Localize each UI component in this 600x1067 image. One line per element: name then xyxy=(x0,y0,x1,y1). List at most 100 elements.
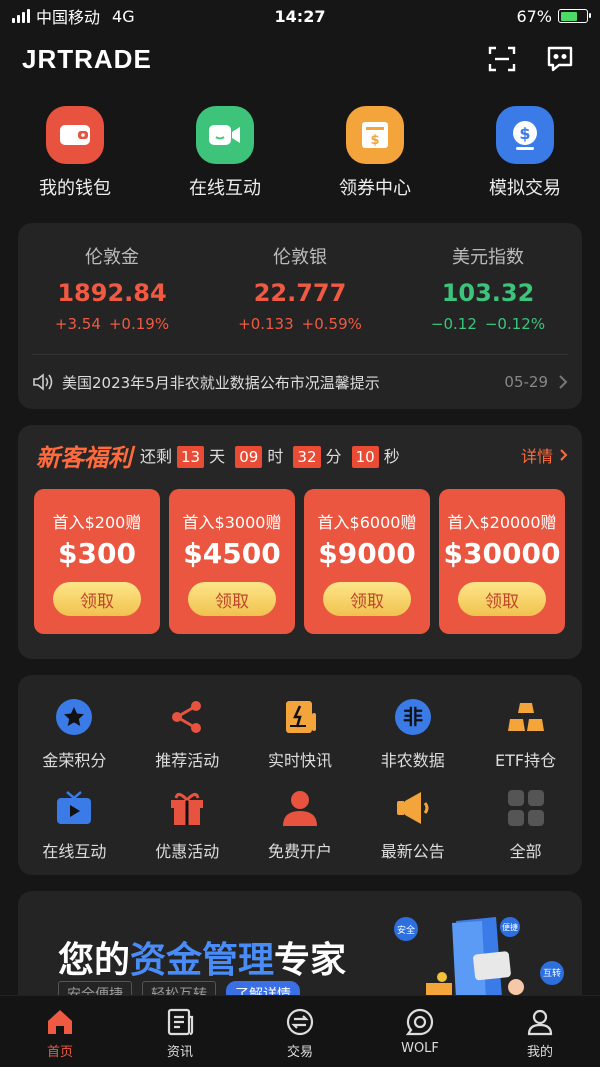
share-icon xyxy=(165,695,209,739)
chevron-right-icon xyxy=(560,449,568,461)
megaphone-icon xyxy=(391,786,435,830)
countdown-unit: 天 xyxy=(209,446,226,466)
coupon-amount: $4500 xyxy=(183,537,281,570)
coupon-card: 首入$6000赠 $9000 领取 xyxy=(304,489,430,634)
coupon-card: 首入$200赠 $300 领取 xyxy=(34,489,160,634)
coupon-condition: 首入$6000赠 xyxy=(317,513,417,532)
coupon-amount: $9000 xyxy=(318,537,416,570)
service-promotions[interactable]: 优惠活动 xyxy=(131,786,244,877)
service-points[interactable]: 金荣积分 xyxy=(18,695,131,786)
network-type: 4G xyxy=(112,6,135,26)
battery-percent: 67% xyxy=(516,6,552,26)
battery-icon xyxy=(558,9,591,23)
tab-news[interactable]: 资讯 xyxy=(120,996,240,1067)
countdown-unit: 秒 xyxy=(383,446,400,466)
scan-button[interactable] xyxy=(484,41,520,77)
market-quote-gold[interactable]: 伦敦金 1892.84 +3.54 +0.19% xyxy=(18,243,206,333)
service-announcements[interactable]: 最新公告 xyxy=(356,786,469,877)
quote-percent: +0.59% xyxy=(301,315,362,333)
tab-home[interactable]: 首页 xyxy=(0,996,120,1067)
service-label: 最新公告 xyxy=(380,842,445,861)
svg-text:$: $ xyxy=(370,133,379,148)
tab-profile[interactable]: 我的 xyxy=(480,996,600,1067)
app-header: JRTRADE xyxy=(0,36,600,82)
wallet-icon xyxy=(46,106,104,164)
market-card: 伦敦金 1892.84 +3.54 +0.19% 伦敦银 22.777 +0.13… xyxy=(18,223,582,409)
banner-title-highlight: 资金管理 xyxy=(130,940,275,981)
service-label: 免费开户 xyxy=(267,842,332,861)
flash-news-icon xyxy=(278,695,322,739)
countdown-timer: 13 天 09 时 32 分 10 秒 xyxy=(172,443,400,468)
service-nonfarm[interactable]: 非 非农数据 xyxy=(356,695,469,786)
services-grid: 金荣积分 推荐活动 实时快讯 非 非农数据 ETF持仓 在线互动 优惠活动 免费… xyxy=(18,675,582,875)
countdown-unit: 时 xyxy=(267,446,284,466)
service-flash-news[interactable]: 实时快讯 xyxy=(244,695,357,786)
banner-title-prefix: 您的 xyxy=(58,940,131,981)
badge-safe: 安全 xyxy=(397,924,415,936)
service-label: 实时快讯 xyxy=(267,751,332,770)
quick-action-demo-trade[interactable]: $ 模拟交易 xyxy=(450,106,600,206)
quote-change: +0.133 xyxy=(238,315,294,333)
quick-action-label: 在线互动 xyxy=(189,178,261,199)
market-quote-silver[interactable]: 伦敦银 22.777 +0.133 +0.59% xyxy=(206,243,394,333)
quote-price: 103.32 xyxy=(441,279,535,307)
service-etf[interactable]: ETF持仓 xyxy=(469,695,582,786)
service-referral[interactable]: 推荐活动 xyxy=(131,695,244,786)
tab-label: 交易 xyxy=(286,1045,313,1060)
banner-title-suffix: 专家 xyxy=(274,940,347,981)
svg-text:$: $ xyxy=(519,124,530,143)
quote-name: 伦敦银 xyxy=(273,247,327,268)
countdown-seconds: 10 xyxy=(351,445,379,468)
scan-icon xyxy=(488,46,516,72)
countdown-prefix: 还剩 xyxy=(140,447,173,466)
coupon-condition: 首入$20000赠 xyxy=(447,513,557,532)
dollar-icon: $ xyxy=(496,106,554,164)
quick-action-coupon-center[interactable]: $ 领券中心 xyxy=(300,106,450,206)
claim-button[interactable]: 领取 xyxy=(458,582,546,616)
service-all[interactable]: 全部 xyxy=(469,786,582,877)
quote-change: +3.54 xyxy=(54,315,101,333)
service-open-account[interactable]: 免费开户 xyxy=(244,786,357,877)
tab-label: WOLF xyxy=(401,1041,439,1056)
claim-button[interactable]: 领取 xyxy=(53,582,141,616)
service-label: 推荐活动 xyxy=(155,751,220,770)
svg-text:非: 非 xyxy=(403,705,423,729)
welfare-title: 新客福利 xyxy=(36,443,132,472)
tv-icon xyxy=(52,786,96,830)
tab-label: 资讯 xyxy=(166,1045,193,1060)
detail-label: 详情 xyxy=(520,447,553,466)
quote-change: −0.12 xyxy=(430,315,477,333)
market-quote-usd-index[interactable]: 美元指数 103.32 −0.12 −0.12% xyxy=(394,243,582,333)
message-button[interactable] xyxy=(542,41,578,77)
quick-action-wallet[interactable]: 我的钱包 xyxy=(0,106,150,206)
notice-bar[interactable]: 美国2023年5月非农就业数据公布市况温馨提示 05-29 xyxy=(32,354,568,409)
tab-trade[interactable]: 交易 xyxy=(240,996,360,1067)
tab-wolf[interactable]: WOLF xyxy=(360,996,480,1067)
video-chat-icon xyxy=(196,106,254,164)
quick-actions: 我的钱包 在线互动 $ 领券中心 $ 模拟交易 xyxy=(0,106,600,206)
speaker-icon xyxy=(33,373,53,391)
countdown-hours: 09 xyxy=(235,445,263,468)
welfare-detail-link[interactable]: 详情 xyxy=(521,443,568,467)
all-grid-icon xyxy=(504,786,548,830)
trade-icon xyxy=(284,1006,316,1038)
claim-button[interactable]: 领取 xyxy=(323,582,411,616)
service-label: 在线互动 xyxy=(42,842,107,861)
coupon-amount: $30000 xyxy=(443,537,561,570)
carrier-name: 中国移动 xyxy=(36,8,101,27)
home-icon xyxy=(44,1006,76,1038)
tab-label: 我的 xyxy=(526,1045,553,1060)
service-label: 优惠活动 xyxy=(155,842,220,861)
profile-icon xyxy=(524,1006,556,1038)
quick-action-online-chat[interactable]: 在线互动 xyxy=(150,106,300,206)
news-icon xyxy=(164,1006,196,1038)
claim-button[interactable]: 领取 xyxy=(188,582,276,616)
quote-name: 伦敦金 xyxy=(85,247,139,268)
countdown-unit: 分 xyxy=(325,446,342,466)
bottom-tab-bar: 首页 资讯 交易 WOLF 我的 xyxy=(0,995,600,1067)
gift-icon xyxy=(165,786,209,830)
countdown-minutes: 32 xyxy=(293,445,321,468)
service-online-chat[interactable]: 在线互动 xyxy=(18,786,131,877)
badge-transfer: 互转 xyxy=(543,967,561,979)
coupon-condition: 首入$3000赠 xyxy=(182,513,282,532)
